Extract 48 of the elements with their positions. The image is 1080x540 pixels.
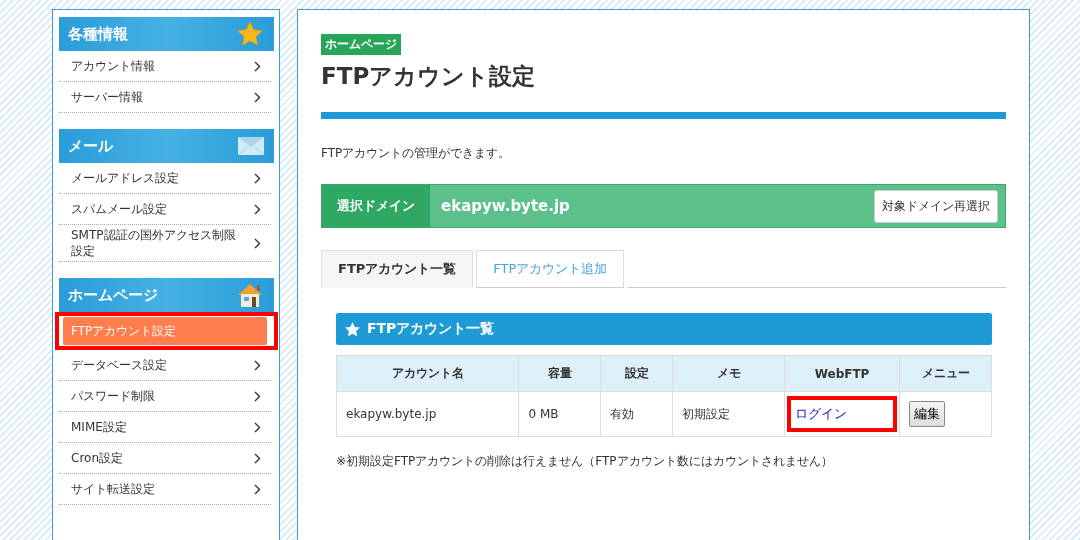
star-icon bbox=[236, 20, 264, 48]
sidebar-item[interactable]: アカウント情報 bbox=[59, 51, 271, 82]
star-icon bbox=[344, 320, 361, 338]
column-header: WebFTP bbox=[784, 355, 900, 392]
section-title: FTPアカウント一覧 bbox=[367, 320, 495, 338]
tab[interactable]: FTPアカウント一覧 bbox=[321, 250, 474, 288]
envelope-icon bbox=[238, 137, 264, 155]
description-text: FTPアカウントの管理ができます。 bbox=[321, 145, 511, 162]
sidebar-item[interactable]: スパムメール設定 bbox=[59, 194, 271, 225]
note-text: ※初期設定FTPアカウントの削除は行えません（FTPアカウント数にはカウントされません） bbox=[336, 453, 833, 470]
sidebar-item[interactable]: サイト転送設定 bbox=[59, 474, 271, 505]
chevron-icon bbox=[254, 390, 261, 402]
chevron-icon bbox=[254, 60, 261, 72]
chevron-icon bbox=[254, 421, 261, 433]
sidebar-item[interactable]: データベース設定 bbox=[59, 350, 271, 381]
domain-value: ekapyw.byte.jp bbox=[440, 196, 571, 217]
chevron-icon bbox=[254, 452, 261, 464]
table-cell: 有効 bbox=[600, 391, 673, 437]
sidebar-item[interactable]: サーバー情報 bbox=[59, 82, 271, 113]
chevron-icon bbox=[254, 172, 261, 184]
chevron-icon bbox=[254, 483, 261, 495]
table-cell: 0 MB bbox=[518, 391, 601, 437]
sidebar-item[interactable]: SMTP認証の国外アクセス制限設定 bbox=[59, 225, 271, 262]
domain-label: 選択ドメイン bbox=[322, 185, 430, 227]
chevron-icon bbox=[254, 91, 261, 103]
chevron-icon bbox=[254, 237, 261, 249]
section-title: ホームページ bbox=[68, 285, 158, 305]
column-header: 容量 bbox=[518, 355, 601, 392]
column-header: アカウント名 bbox=[336, 355, 519, 392]
page-title: FTPアカウント設定 bbox=[321, 62, 536, 91]
chevron-icon bbox=[254, 203, 261, 215]
column-header: メモ bbox=[672, 355, 785, 392]
category-badge: ホームページ bbox=[321, 34, 401, 55]
login-link[interactable]: ログイン bbox=[794, 405, 847, 423]
sidebar-item[interactable]: MIME設定 bbox=[59, 412, 271, 443]
section-title: メール bbox=[68, 136, 113, 156]
edit-button[interactable]: 編集 bbox=[909, 401, 946, 427]
sidebar-item[interactable]: Cron設定 bbox=[59, 443, 271, 474]
section-title: 各種情報 bbox=[68, 24, 128, 44]
sidebar-item[interactable]: メールアドレス設定 bbox=[59, 163, 271, 194]
house-icon bbox=[236, 282, 264, 308]
column-header: メニュー bbox=[899, 355, 992, 392]
sidebar-item[interactable]: パスワード制限 bbox=[59, 381, 271, 412]
chevron-icon bbox=[254, 359, 261, 371]
reselect-domain-button[interactable]: 対象ドメイン再選択 bbox=[874, 189, 998, 223]
table-cell: 初期設定 bbox=[672, 391, 785, 437]
table-cell: ekapyw.byte.jp bbox=[336, 391, 519, 437]
column-header: 設定 bbox=[600, 355, 673, 392]
